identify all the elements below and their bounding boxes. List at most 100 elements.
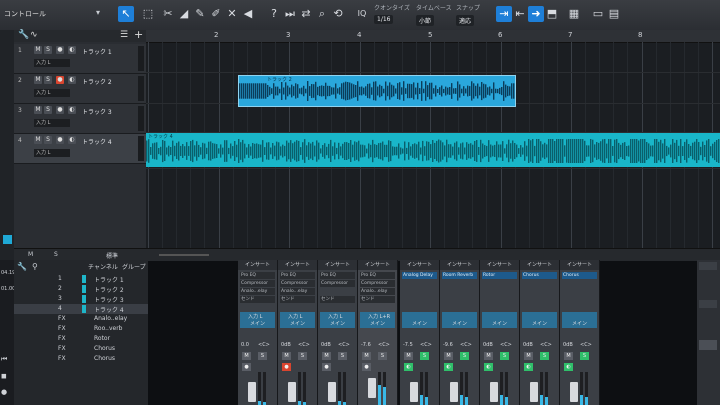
solo-button[interactable]: S xyxy=(540,352,549,360)
mixer-list-item[interactable]: FX Analo..elay xyxy=(14,314,148,324)
insert-slot[interactable]: Compressor xyxy=(240,280,275,287)
record-arm-button[interactable]: ● xyxy=(56,136,64,144)
insert-slot[interactable]: Pro EQ xyxy=(240,272,275,279)
range-tool-icon[interactable]: ⬚ xyxy=(140,6,156,22)
mute-button[interactable]: M xyxy=(362,352,371,360)
loop-icon[interactable]: ⇄ xyxy=(298,6,314,22)
pan-readout[interactable]: <C> xyxy=(420,342,432,348)
send-slot[interactable]: センド xyxy=(320,296,355,303)
pan-readout[interactable]: <C> xyxy=(540,342,552,348)
bend-tool-icon[interactable]: ✐ xyxy=(208,6,224,22)
volume-fader[interactable] xyxy=(490,382,498,402)
insert-header[interactable]: インサート xyxy=(520,260,559,270)
io-box[interactable]: 入力 L メイン xyxy=(280,312,315,328)
solo-button[interactable]: S xyxy=(44,76,52,84)
track-input-select[interactable]: 入力 L xyxy=(34,89,70,97)
mute-button[interactable]: M xyxy=(444,352,453,360)
follow-icon[interactable]: ➜ xyxy=(528,6,544,22)
track-input-select[interactable]: 入力 L xyxy=(34,119,70,127)
send-slot[interactable]: センド xyxy=(280,296,315,303)
record-monitor-button[interactable]: ◐ xyxy=(404,363,413,371)
snap-select[interactable]: 適応 xyxy=(456,15,475,26)
track-name[interactable]: トラック 1 xyxy=(82,47,112,56)
record-monitor-button[interactable]: ● xyxy=(242,363,251,371)
mixer-pin-icon[interactable]: ⚲ xyxy=(32,262,38,271)
pan-readout[interactable]: <C> xyxy=(338,342,350,348)
panel-tab[interactable] xyxy=(699,300,717,308)
split-tool-icon[interactable]: ✂ xyxy=(160,6,176,22)
eraser-tool-icon[interactable]: ◢ xyxy=(176,6,192,22)
insert-slot[interactable]: Chorus xyxy=(562,272,597,279)
mixer-list-item[interactable]: FX Chorus xyxy=(14,354,148,364)
mixer-list-item[interactable]: 3 トラック 3 xyxy=(14,294,148,304)
send-slot[interactable]: センド xyxy=(360,296,395,303)
solo-button[interactable]: S xyxy=(44,136,52,144)
insert-slot[interactable]: Rotor xyxy=(482,272,517,279)
mixer-list-item[interactable]: FX Roo..verb xyxy=(14,324,148,334)
insert-header[interactable]: インサート xyxy=(480,260,519,270)
quantize-select[interactable]: 1/16 xyxy=(374,15,394,24)
record-icon[interactable]: ● xyxy=(1,388,7,396)
io-box[interactable]: メイン xyxy=(442,312,477,328)
mixer-list-item[interactable]: 1 トラック 1 xyxy=(14,274,148,284)
monitor-button[interactable]: ◐ xyxy=(68,106,76,114)
mixer-zoom-slider[interactable] xyxy=(159,254,209,256)
track-row[interactable]: 2 M S ● ◐ トラック 2 入力 L xyxy=(14,74,146,104)
send-slot[interactable]: センド xyxy=(240,296,275,303)
solo-button[interactable]: S xyxy=(580,352,589,360)
volume-fader[interactable] xyxy=(248,382,256,402)
volume-fader[interactable] xyxy=(288,382,296,402)
mute-button[interactable]: M xyxy=(564,352,573,360)
mute-button[interactable]: M xyxy=(484,352,493,360)
solo-button[interactable]: S xyxy=(298,352,307,360)
insert-slot[interactable]: Pro EQ xyxy=(280,272,315,279)
insert-slot[interactable]: Room Reverb xyxy=(442,272,477,279)
io-box[interactable]: メイン xyxy=(562,312,597,328)
control-label[interactable]: コントロール xyxy=(4,9,46,19)
io-box[interactable]: メイン xyxy=(402,312,437,328)
record-monitor-button[interactable]: ● xyxy=(362,363,371,371)
scroll-marker[interactable] xyxy=(3,235,12,244)
track-input-select[interactable]: 入力 L xyxy=(34,59,70,67)
record-monitor-button[interactable]: ◐ xyxy=(564,363,573,371)
insert-slot[interactable]: Pro EQ xyxy=(360,272,395,279)
solo-button[interactable]: S xyxy=(338,352,347,360)
timebase-select[interactable]: 小節 xyxy=(416,15,435,26)
view-mode-select[interactable]: 標準 xyxy=(106,251,118,260)
io-box[interactable]: 入力 L メイン xyxy=(240,312,275,328)
insert-header[interactable]: インサート xyxy=(560,260,599,270)
monitor-button[interactable]: ◐ xyxy=(68,76,76,84)
io-box[interactable]: 入力 L メイン xyxy=(320,312,355,328)
track-row[interactable]: 1 M S ● ◐ トラック 1 入力 L xyxy=(14,44,146,74)
track-name[interactable]: トラック 4 xyxy=(82,137,112,146)
track-row[interactable]: 3 M S ● ◐ トラック 3 入力 L xyxy=(14,104,146,134)
insert-header[interactable]: インサート xyxy=(238,260,277,270)
arrow-tool-icon[interactable]: ↖ xyxy=(118,6,134,22)
volume-fader[interactable] xyxy=(328,382,336,402)
quantize-icon[interactable]: IQ xyxy=(354,6,370,22)
rewind-icon[interactable]: ⏮ xyxy=(1,355,7,364)
record-arm-button[interactable]: ● xyxy=(56,106,64,114)
help-icon[interactable]: ? xyxy=(266,6,282,22)
insert-slot[interactable]: Analo...elay xyxy=(280,288,315,295)
record-monitor-button[interactable]: ● xyxy=(322,363,331,371)
io-box[interactable]: メイン xyxy=(522,312,557,328)
control-dropdown-icon[interactable]: ▾ xyxy=(96,8,100,17)
wrench-icon[interactable]: 🔧 xyxy=(18,30,29,40)
solo-button[interactable]: S xyxy=(460,352,469,360)
track-row[interactable]: 4 M S ● ◐ トラック 4 入力 L xyxy=(14,134,146,164)
volume-fader[interactable] xyxy=(570,382,578,402)
mixer-list-item[interactable]: 2 トラック 2 xyxy=(14,284,148,294)
mute-button[interactable]: M xyxy=(242,352,251,360)
mixer-wrench-icon[interactable]: 🔧 xyxy=(17,262,27,271)
insert-header[interactable]: インサート xyxy=(358,260,397,270)
mixer-list-item[interactable]: 4 トラック 4 xyxy=(14,304,148,314)
record-monitor-button[interactable]: ● xyxy=(282,363,291,371)
volume-fader[interactable] xyxy=(368,378,376,398)
window-icon[interactable]: ▤ xyxy=(606,6,622,22)
volume-fader[interactable] xyxy=(410,382,418,402)
solo-button[interactable]: S xyxy=(258,352,267,360)
pencil-tool-icon[interactable]: ✎ xyxy=(192,6,208,22)
record-monitor-button[interactable]: ◐ xyxy=(444,363,453,371)
automation-icon[interactable]: ∿ xyxy=(30,30,38,40)
